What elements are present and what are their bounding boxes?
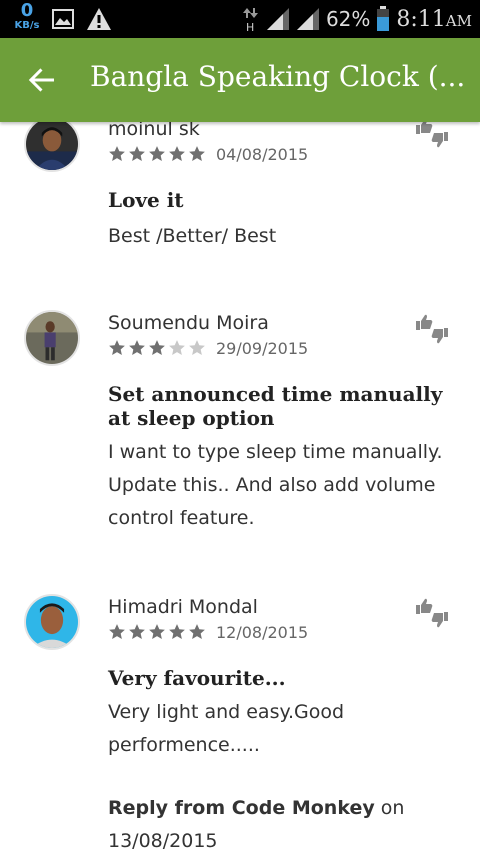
avatar (24, 310, 80, 366)
rating-row: 04/08/2015 (108, 144, 308, 164)
reply-on-label: on (380, 797, 405, 819)
review-item: moinul sk 04/08/2015 Love it Best /Bette… (0, 122, 480, 272)
back-arrow-icon[interactable] (26, 64, 58, 96)
star-filled-icon (149, 340, 165, 355)
star-rating (108, 339, 206, 357)
app-bar: Bangla Speaking Clock (... (0, 38, 480, 122)
review-body: Best /Better/ Best (108, 225, 277, 247)
star-empty-icon (189, 340, 205, 355)
star-filled-icon (129, 146, 145, 161)
rating-row: 12/08/2015 (108, 622, 308, 642)
star-rating (108, 623, 206, 641)
star-filled-icon (169, 624, 185, 639)
reply-date: 13/08/2015 (108, 830, 218, 852)
page-title: Bangla Speaking Clock (... (90, 60, 466, 93)
avatar-photo (26, 596, 78, 648)
reviewer-name: Soumendu Moira (108, 312, 269, 334)
star-filled-icon (109, 340, 125, 355)
review-date: 12/08/2015 (216, 622, 309, 642)
battery-percent: 62% (325, 7, 371, 31)
review-item: Soumendu Moira 29/09/2015 Set announced … (0, 286, 480, 546)
star-rating (108, 145, 206, 163)
helpful-thumbs-icon[interactable] (414, 122, 450, 150)
avatar (24, 594, 80, 650)
helpful-thumbs-icon[interactable] (414, 596, 450, 630)
star-filled-icon (129, 340, 145, 355)
review-item: Himadri Mondal 12/08/2015 Very favourite… (0, 570, 480, 854)
developer-reply: Reply from Code Monkey on 13/08/2015 (108, 792, 448, 854)
review-title: Very favourite... (108, 666, 286, 690)
star-filled-icon (109, 624, 125, 639)
star-filled-icon (189, 146, 205, 161)
star-filled-icon (169, 146, 185, 161)
clock-time: 8:11 (396, 6, 446, 32)
clock-ampm: AM (445, 11, 472, 30)
star-filled-icon (149, 146, 165, 161)
battery-icon (377, 6, 390, 31)
review-body: I want to type sleep time manually. Upda… (108, 441, 443, 529)
network-speed-value: 0 (20, 0, 34, 21)
signal-icon (266, 8, 289, 30)
review-title: Love it (108, 188, 184, 212)
helpful-thumbs-icon[interactable] (414, 312, 450, 346)
review-title: Set announced time manually at sleep opt… (108, 382, 443, 430)
reviewer-name: Himadri Mondal (108, 596, 258, 618)
star-empty-icon (169, 340, 185, 355)
signal-icon (296, 8, 319, 30)
avatar (24, 122, 80, 172)
network-type-label: H (246, 21, 254, 32)
network-speed-unit: KB/s (14, 20, 40, 31)
review-list[interactable]: moinul sk 04/08/2015 Love it Best /Bette… (0, 122, 480, 854)
avatar-photo (26, 312, 78, 364)
clock: 8:11AM (396, 7, 472, 32)
data-arrows-icon: H (242, 8, 258, 32)
star-filled-icon (129, 624, 145, 639)
status-right: H 62% 8:11AM (242, 4, 472, 34)
rating-row: 29/09/2015 (108, 338, 308, 358)
star-filled-icon (149, 624, 165, 639)
reply-from-label: Reply from Code Monkey (108, 797, 375, 819)
status-bar: 0 KB/s H 62% 8:11AM (0, 0, 480, 38)
review-date: 29/09/2015 (216, 338, 309, 358)
review-date: 04/08/2015 (216, 144, 309, 164)
network-speed: 0 KB/s (12, 2, 42, 32)
review-body: Very light and easy.Good performence....… (108, 701, 345, 756)
star-filled-icon (189, 624, 205, 639)
avatar-photo (26, 122, 78, 170)
image-icon (52, 9, 74, 29)
star-filled-icon (109, 146, 125, 161)
reviewer-name: moinul sk (108, 122, 200, 140)
warning-icon (87, 8, 111, 30)
